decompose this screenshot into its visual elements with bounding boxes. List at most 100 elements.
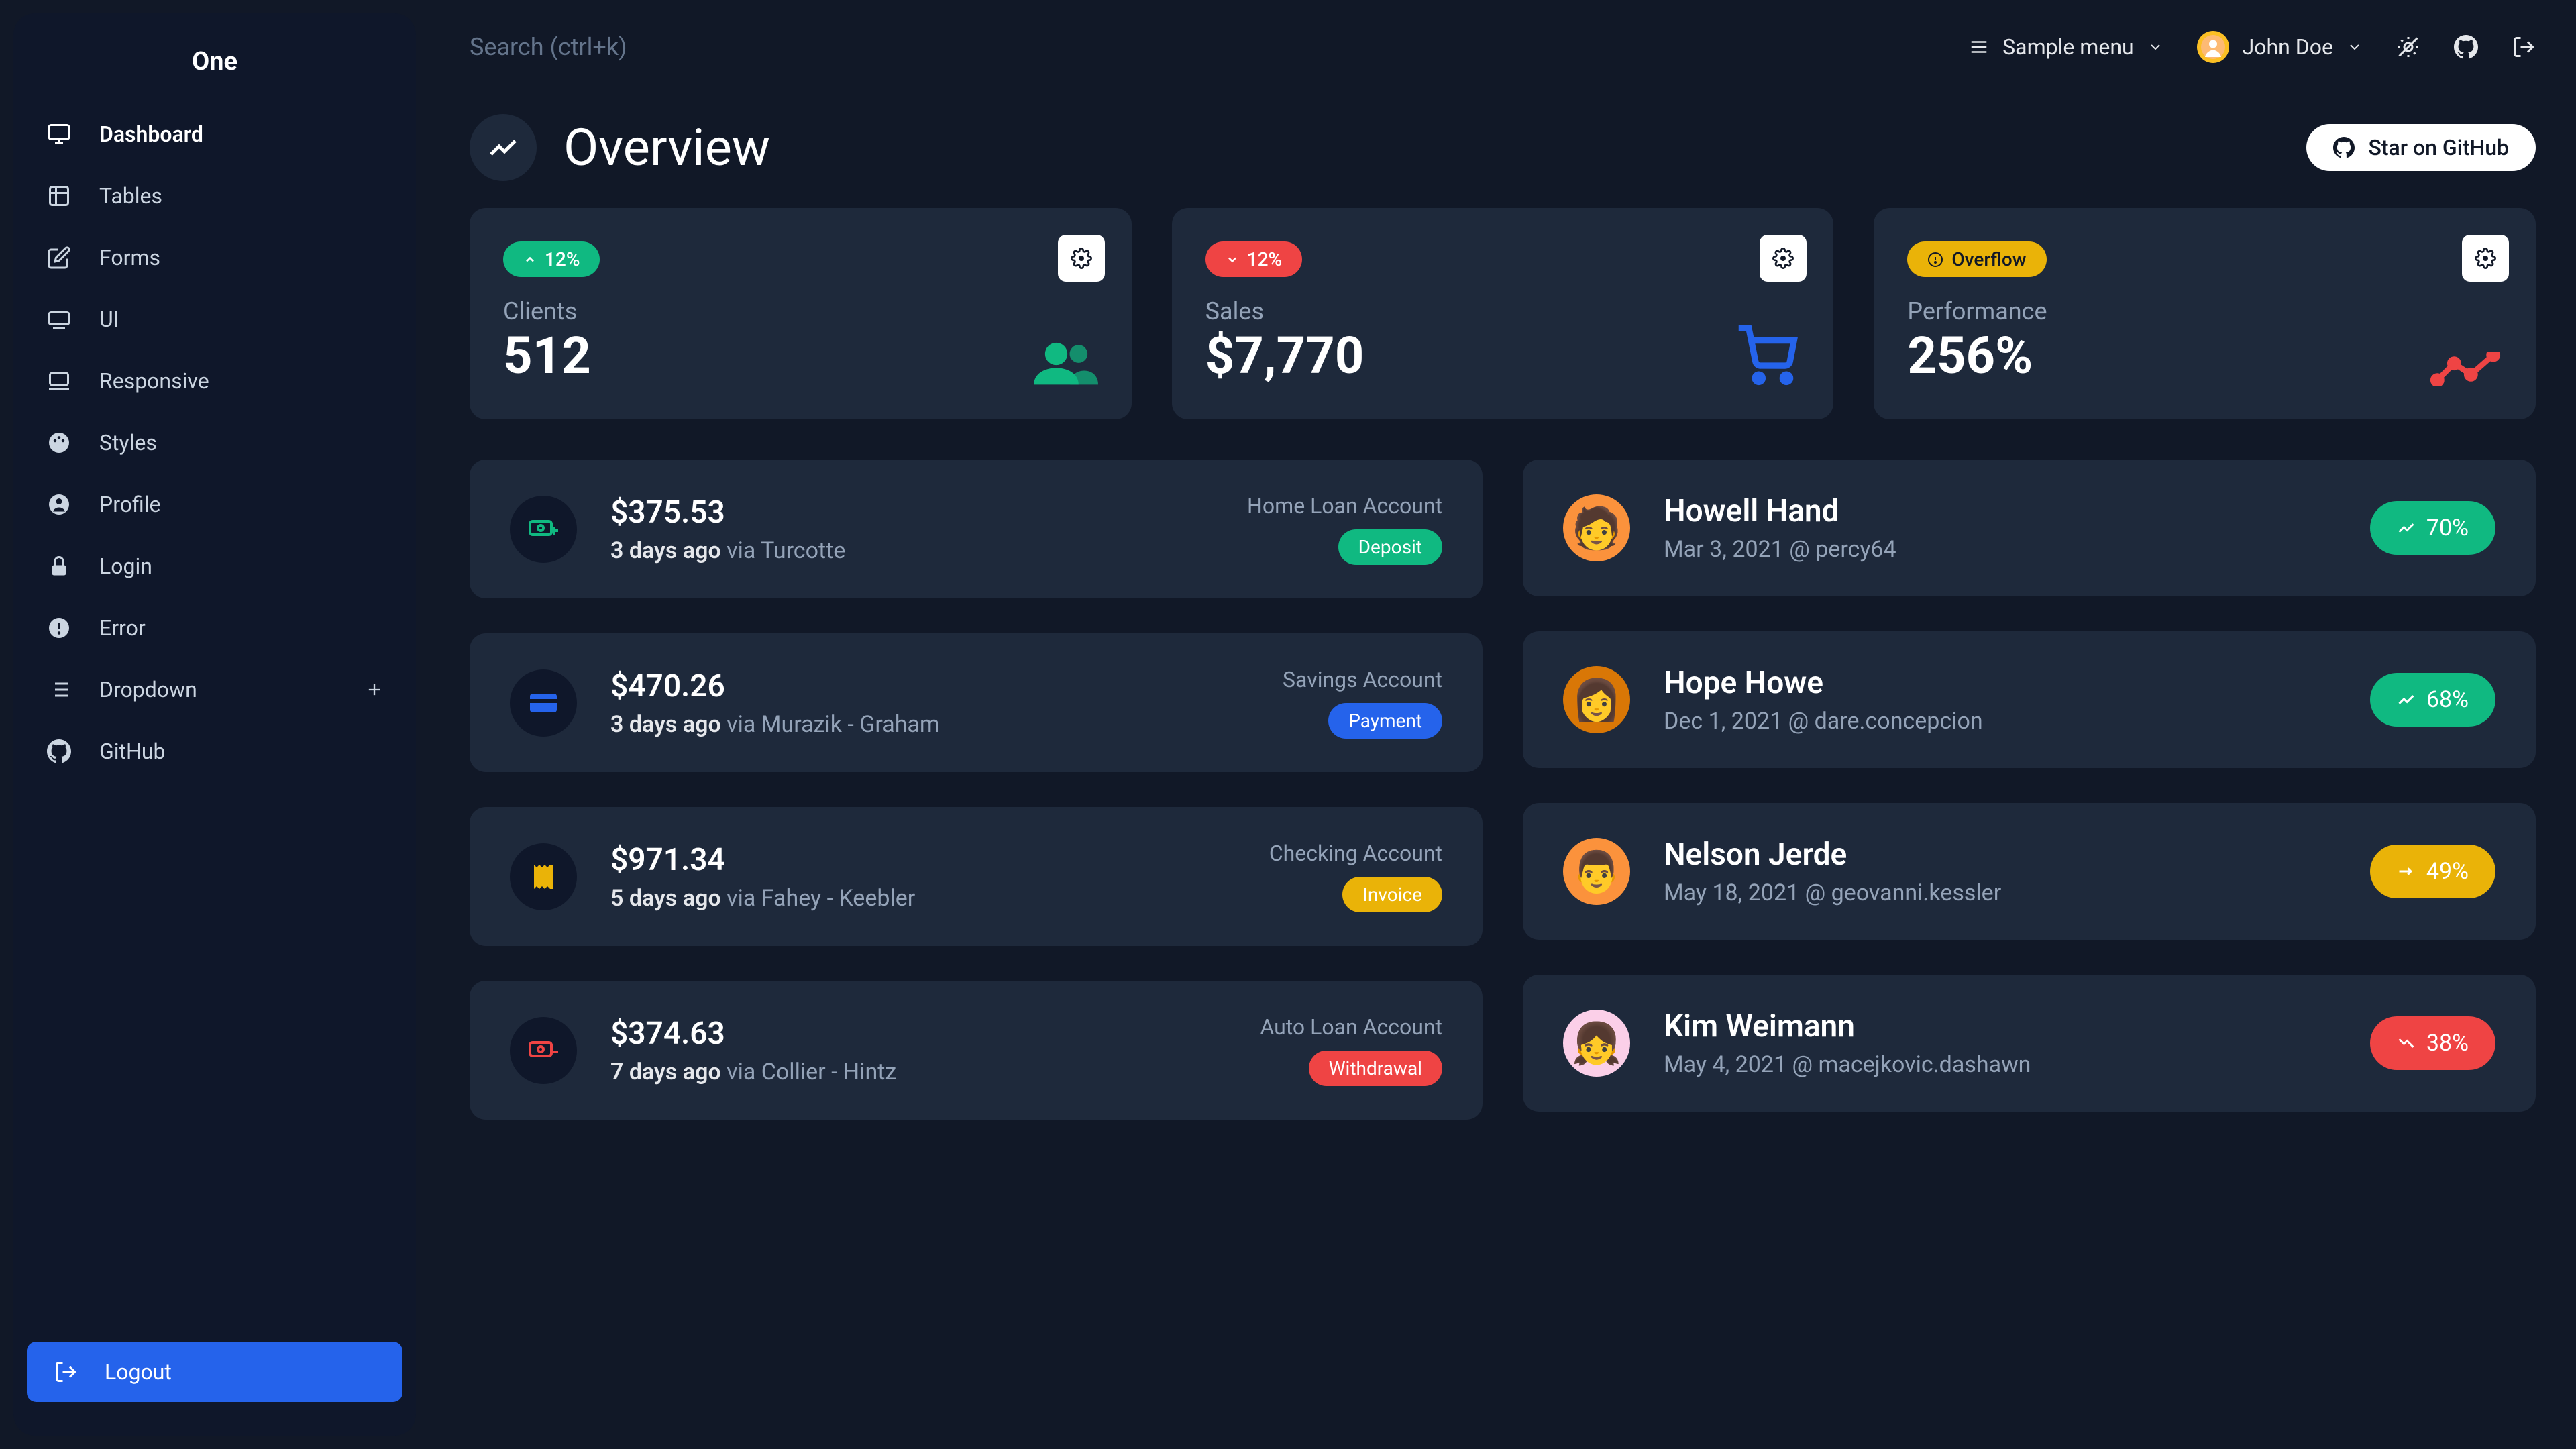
monitor-icon <box>46 121 72 148</box>
stat-clients: 12% Clients 512 <box>470 208 1132 419</box>
person-name: Hope Howe <box>1664 665 2337 701</box>
main: Search (ctrl+k) Sample menu John Doe Ove… <box>429 0 2576 1449</box>
chevron-down-icon <box>2347 39 2363 55</box>
sidebar-item-tables[interactable]: Tables <box>13 165 416 227</box>
trend-down-icon <box>2397 1034 2416 1053</box>
person-meta: May 18, 2021 @ geovanni.kessler <box>1664 879 2337 906</box>
transaction-row[interactable]: $375.53 3 days ago via Turcotte Home Loa… <box>470 460 1483 598</box>
user-name: John Doe <box>2243 34 2333 60</box>
sidebar-item-label: UI <box>99 307 119 332</box>
credit-card-icon <box>510 669 577 737</box>
sidebar-item-label: GitHub <box>99 739 165 764</box>
gear-icon <box>1071 248 1092 269</box>
transaction-row[interactable]: $374.63 7 days ago via Collier - Hintz A… <box>470 981 1483 1120</box>
person-name: Nelson Jerde <box>1664 837 2337 873</box>
github-icon <box>46 738 72 765</box>
edit-icon <box>46 244 72 271</box>
avatar-icon: 👨 <box>1563 838 1630 905</box>
trend-icon <box>2428 352 2502 386</box>
transaction-tag: Withdrawal <box>1309 1051 1442 1086</box>
person-row[interactable]: 🧑 Howell Hand Mar 3, 2021 @ percy64 70% <box>1523 460 2536 596</box>
cash-plus-icon <box>510 496 577 563</box>
sidebar-item-login[interactable]: Login <box>13 535 416 597</box>
sidebar-nav: Dashboard Tables Forms UI Responsive Sty… <box>13 103 416 1328</box>
sidebar-item-responsive[interactable]: Responsive <box>13 350 416 412</box>
palette-icon <box>46 429 72 456</box>
transaction-row[interactable]: $971.34 5 days ago via Fahey - Keebler C… <box>470 807 1483 946</box>
account-label: Auto Loan Account <box>1260 1014 1442 1040</box>
stat-value: 256% <box>1907 325 2502 386</box>
person-meta: Dec 1, 2021 @ dare.concepcion <box>1664 708 2337 735</box>
sidebar-item-dropdown[interactable]: Dropdown <box>13 659 416 720</box>
menu-icon <box>1969 37 1989 57</box>
sidebar-item-github[interactable]: GitHub <box>13 720 416 782</box>
settings-button[interactable] <box>2462 235 2509 282</box>
sidebar-item-profile[interactable]: Profile <box>13 474 416 535</box>
chevron-down-icon <box>1226 253 1239 266</box>
sidebar-item-label: Dashboard <box>99 121 203 147</box>
stat-label: Clients <box>503 297 1098 325</box>
stat-label: Performance <box>1907 297 2502 325</box>
exit-button[interactable] <box>2512 35 2536 59</box>
sidebar-item-forms[interactable]: Forms <box>13 227 416 288</box>
star-label: Star on GitHub <box>2368 135 2509 160</box>
tv-icon <box>46 306 72 333</box>
search-input[interactable]: Search (ctrl+k) <box>470 33 1935 61</box>
logout-icon <box>54 1360 78 1384</box>
sidebar-item-error[interactable]: Error <box>13 597 416 659</box>
chevron-up-icon <box>523 253 537 266</box>
plus-icon <box>365 680 384 699</box>
trend-badge: 12% <box>503 241 600 277</box>
gear-icon <box>1772 248 1794 269</box>
settings-button[interactable] <box>1760 235 1807 282</box>
avatar-icon <box>2197 31 2229 63</box>
topbar: Search (ctrl+k) Sample menu John Doe <box>470 13 2536 80</box>
transaction-amount: $971.34 <box>610 842 1236 878</box>
stat-sales: 12% Sales $7,770 <box>1172 208 1834 419</box>
overview-icon <box>470 114 537 181</box>
trend-badge: Overflow <box>1907 241 2046 277</box>
theme-toggle-button[interactable] <box>2396 35 2420 59</box>
sidebar-item-styles[interactable]: Styles <box>13 412 416 474</box>
percent-badge: 38% <box>2370 1016 2496 1070</box>
transaction-tag: Invoice <box>1342 877 1442 912</box>
star-github-button[interactable]: Star on GitHub <box>2306 124 2536 171</box>
person-row[interactable]: 👨 Nelson Jerde May 18, 2021 @ geovanni.k… <box>1523 803 2536 940</box>
transaction-meta: 5 days ago via Fahey - Keebler <box>610 885 1236 912</box>
percent-badge: 70% <box>2370 501 2496 555</box>
cash-minus-icon <box>510 1017 577 1084</box>
person-row[interactable]: 👩 Hope Howe Dec 1, 2021 @ dare.concepcio… <box>1523 631 2536 768</box>
sample-menu-button[interactable]: Sample menu <box>1969 34 2163 60</box>
transaction-row[interactable]: $470.26 3 days ago via Murazik - Graham … <box>470 633 1483 772</box>
logout-button[interactable]: Logout <box>27 1342 402 1402</box>
alert-icon <box>46 614 72 641</box>
alert-icon <box>1927 252 1943 268</box>
page-title: Overview <box>564 117 770 178</box>
trend-up-icon <box>2397 690 2416 709</box>
sidebar-item-dashboard[interactable]: Dashboard <box>13 103 416 165</box>
avatar-icon: 🧑 <box>1563 494 1630 561</box>
stat-label: Sales <box>1205 297 1801 325</box>
transaction-meta: 3 days ago via Turcotte <box>610 537 1214 564</box>
sidebar-item-label: Styles <box>99 430 157 455</box>
person-name: Howell Hand <box>1664 493 2337 529</box>
sidebar-item-label: Responsive <box>99 368 209 394</box>
stat-value: 512 <box>503 325 1098 386</box>
sidebar-item-label: Profile <box>99 492 160 517</box>
github-link-button[interactable] <box>2454 35 2478 59</box>
stat-performance: Overflow Performance 256% <box>1874 208 2536 419</box>
settings-button[interactable] <box>1058 235 1105 282</box>
person-meta: Mar 3, 2021 @ percy64 <box>1664 536 2337 563</box>
transaction-amount: $374.63 <box>610 1016 1226 1052</box>
gear-icon <box>2475 248 2496 269</box>
person-name: Kim Weimann <box>1664 1008 2337 1044</box>
chevron-down-icon <box>2147 39 2163 55</box>
cart-icon <box>1733 325 1800 386</box>
user-menu-button[interactable]: John Doe <box>2197 31 2363 63</box>
transactions-list: $375.53 3 days ago via Turcotte Home Loa… <box>470 460 1483 1436</box>
trend-up-icon <box>2397 519 2416 537</box>
title-row: Overview Star on GitHub <box>470 114 2536 181</box>
sidebar-item-ui[interactable]: UI <box>13 288 416 350</box>
person-row[interactable]: 👧 Kim Weimann May 4, 2021 @ macejkovic.d… <box>1523 975 2536 1112</box>
transaction-amount: $375.53 <box>610 494 1214 531</box>
